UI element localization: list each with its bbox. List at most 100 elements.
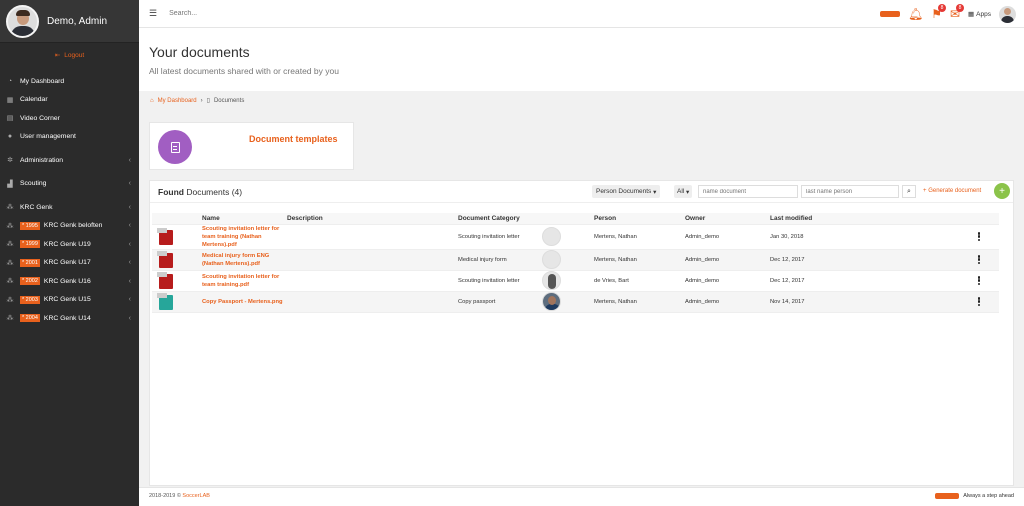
soccerlab-link[interactable]: SoccerLAB <box>182 493 210 499</box>
user-requests-icon[interactable]: ⚑ 8 <box>931 4 946 21</box>
person-name: de Vries, Bart <box>592 270 683 292</box>
gear-icon: ✲ <box>7 157 13 165</box>
chevron-left-icon: ‹ <box>128 240 131 248</box>
more-options-icon[interactable] <box>975 231 983 242</box>
user-avatar[interactable] <box>999 5 1016 23</box>
profile-header: Demo, Admin <box>0 0 139 43</box>
person-name: Mertens, Nathan <box>592 249 683 271</box>
logout-link[interactable]: ⇤ Logout <box>0 43 139 67</box>
table-row[interactable]: Scouting invitation letter for team trai… <box>152 270 999 292</box>
search-input[interactable] <box>169 10 370 17</box>
sidebar-item-krc-genk-beloften[interactable]: ⁂ * 1995 KRC Genk beloften ‹ <box>0 217 139 236</box>
found-documents-title: Found Documents (4) <box>158 187 243 197</box>
column-description[interactable]: Description <box>285 213 456 225</box>
search-button[interactable]: ⌕ <box>902 185 916 198</box>
team-icon: ⁂ <box>6 222 14 230</box>
year-badge: * 2002 <box>20 277 40 286</box>
user-name: Demo, Admin <box>47 15 108 27</box>
page-title: Your documents <box>149 44 250 60</box>
document-name-link[interactable]: Copy Passport - Mertens.png <box>200 291 285 313</box>
bell-icon[interactable]: 🔔︎ <box>908 7 923 21</box>
all-dropdown[interactable]: All ▾ <box>674 185 693 198</box>
more-options-icon[interactable] <box>975 296 983 307</box>
year-badge: * 2004 <box>20 314 40 323</box>
sidebar-item-krc-genk-u19[interactable]: ⁂ * 1999 KRC Genk U19 ‹ <box>0 235 139 254</box>
sidebar-item-video-corner[interactable]: ▤ Video Corner <box>0 109 139 128</box>
document-name-link[interactable]: Medical injury form ENG (Nathan Mertens)… <box>200 249 285 271</box>
owner-name: Admin_demo <box>683 291 768 313</box>
sidebar-item-krc-genk-u17[interactable]: ⁂ * 2001 KRC Genk U17 ‹ <box>0 254 139 273</box>
sidebar-item-krc-genk-u16[interactable]: ⁂ * 2002 KRC Genk U16 ‹ <box>0 272 139 291</box>
column-person[interactable]: Person <box>592 213 683 225</box>
plus-icon: + <box>999 185 1005 197</box>
more-options-icon[interactable] <box>975 275 983 286</box>
name-document-input[interactable] <box>698 185 798 198</box>
column-category[interactable]: Document Category <box>456 213 540 225</box>
document-name-link[interactable]: Scouting invitation letter for team trai… <box>200 270 285 292</box>
team-icon: ⁂ <box>6 259 14 267</box>
document-category: Scouting invitation letter <box>456 270 540 292</box>
user-avatar[interactable] <box>6 4 39 38</box>
document-description <box>285 291 456 313</box>
last-modified: Jan 30, 2018 <box>768 224 973 250</box>
column-name[interactable]: Name <box>200 213 285 225</box>
chevron-left-icon: ‹ <box>128 314 131 322</box>
messages-icon[interactable]: ✉ 8 <box>950 4 965 21</box>
calendar-icon: ▦ <box>6 96 14 104</box>
person-name: Mertens, Nathan <box>592 224 683 250</box>
sidebar-item-calendar[interactable]: ▦ Calendar <box>0 91 139 110</box>
year-badge: * 2003 <box>20 295 40 304</box>
document-name-link[interactable]: Scouting invitation letter for team trai… <box>200 224 285 250</box>
generate-document-button[interactable]: + Generate document <box>923 188 981 194</box>
document-category: Scouting invitation letter <box>456 224 540 250</box>
pdf-file-icon <box>157 251 173 268</box>
menu-toggle-icon[interactable]: ☰ <box>149 8 157 19</box>
sidebar-item-krc-genk[interactable]: ⁂ KRC Genk ‹ <box>0 198 139 217</box>
last-name-person-input[interactable] <box>801 185 899 198</box>
sidebar-item-scouting[interactable]: ▟ Scouting ‹ <box>0 175 139 194</box>
notification-badge: 8 <box>956 4 965 12</box>
person-avatar <box>542 271 561 290</box>
column-owner[interactable]: Owner <box>683 213 768 225</box>
year-badge: * 2001 <box>20 258 40 267</box>
add-document-button[interactable]: + <box>994 183 1010 199</box>
sidebar-item-user-management[interactable]: ● User management <box>0 128 139 147</box>
breadcrumb-home[interactable]: My Dashboard <box>158 98 197 104</box>
sidebar-item-administration[interactable]: ✲ Administration ‹ <box>0 151 139 170</box>
table-header-row: Name Description Document Category Perso… <box>152 213 999 225</box>
owner-name: Admin_demo <box>683 270 768 292</box>
more-options-icon[interactable] <box>975 254 983 265</box>
sidebar-item-krc-genk-u14[interactable]: ⁂ * 2004 KRC Genk U14 ‹ <box>0 309 139 328</box>
document-description <box>285 270 456 292</box>
sidebar: Demo, Admin ⇤ Logout ◔ My Dashboard ▦ Calen… <box>0 0 139 506</box>
document-description <box>285 249 456 271</box>
person-documents-dropdown[interactable]: Person Documents ▾ <box>592 185 661 198</box>
chevron-left-icon: ‹ <box>128 277 131 285</box>
apps-menu[interactable]: ▦ Apps <box>968 10 991 19</box>
column-last-modified[interactable]: Last modified <box>768 213 973 225</box>
caret-down-icon: ▾ <box>653 188 657 196</box>
breadcrumb: ⌂ My Dashboard › ▯ Documents <box>150 97 244 105</box>
sidebar-item-krc-genk-u15[interactable]: ⁂ * 2003 KRC Genk U15 ‹ <box>0 291 139 310</box>
document-category: Copy passport <box>456 291 540 313</box>
sidebar-item-dashboard[interactable]: ◔ My Dashboard <box>0 72 139 91</box>
documents-table: Name Description Document Category Perso… <box>152 213 999 313</box>
team-icon: ⁂ <box>6 241 14 249</box>
soccerlab-logo-icon <box>879 11 900 17</box>
home-icon[interactable]: ⌂ <box>150 98 154 104</box>
logout-icon: ⇤ <box>54 52 61 59</box>
document-templates-card[interactable]: Document templates <box>149 122 354 170</box>
person-avatar <box>542 227 561 246</box>
panel-header: Found Documents (4) Person Documents ▾ A… <box>150 181 1013 203</box>
chevron-left-icon: ‹ <box>128 180 131 188</box>
chevron-left-icon: ‹ <box>128 222 131 230</box>
dashboard-icon: ◔ <box>7 77 13 85</box>
breadcrumb-separator: › <box>200 97 203 104</box>
owner-name: Admin_demo <box>683 224 768 250</box>
table-row[interactable]: Medical injury form ENG (Nathan Mertens)… <box>152 249 999 271</box>
table-row[interactable]: Scouting invitation letter for team trai… <box>152 224 999 250</box>
owner-name: Admin_demo <box>683 249 768 271</box>
document-icon <box>158 130 192 164</box>
copyright: 2018-2019 © SoccerLAB <box>149 493 210 499</box>
table-row[interactable]: Copy Passport - Mertens.png Copy passpor… <box>152 291 999 313</box>
